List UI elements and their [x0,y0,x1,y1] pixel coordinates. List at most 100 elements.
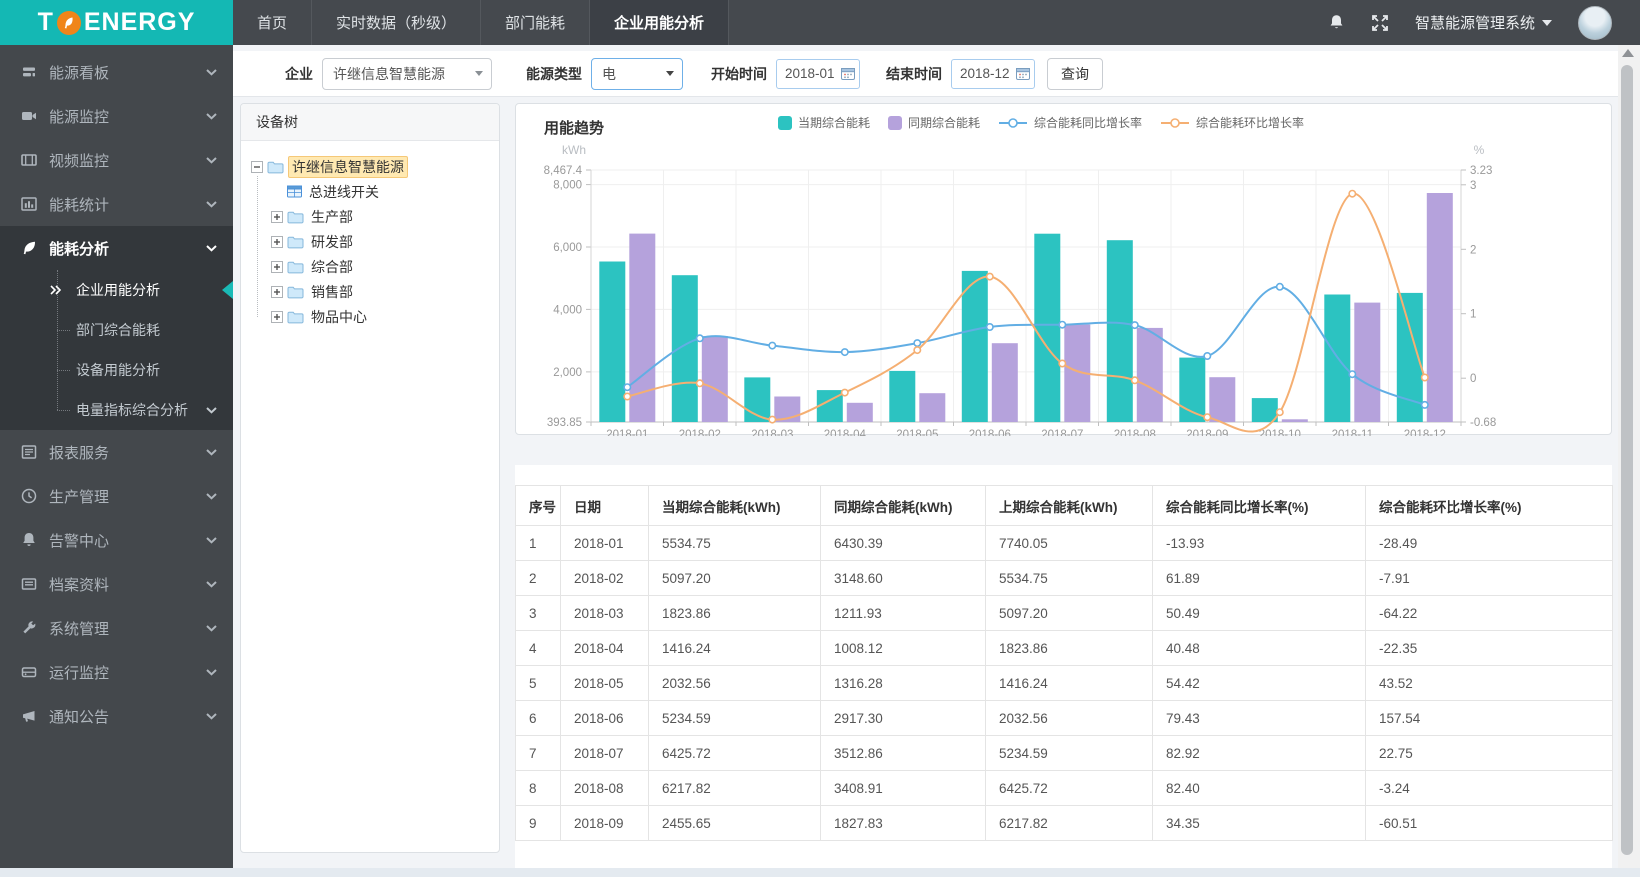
sidebar-item-label: 档案资料 [49,576,110,594]
meter-icon [287,185,302,198]
sidebar-subitem-label: 企业用能分析 [76,282,160,298]
data-table-card: 序号 日期 当期综合能耗(kWh) 同期综合能耗(kWh) 上期综合能耗(kWh) 综合能… [515,465,1613,868]
tree-collapse-toggle[interactable] [251,160,263,173]
tree-node-3[interactable]: 综合部 [271,254,489,279]
leaf-icon [20,239,38,257]
bell-icon[interactable] [1328,14,1345,31]
avatar[interactable] [1578,5,1612,40]
sidebar-subitem-1[interactable]: 部门综合能耗 [0,310,233,350]
sidebar-item-10[interactable]: 运行监控 [0,650,233,694]
legend-item-2[interactable]: 综合能耗同比增长率 [998,114,1142,131]
legend-item-1[interactable]: 同期综合能耗 [888,114,980,131]
table-cell: 2032.56 [985,700,1153,736]
tree-node-4[interactable]: 销售部 [271,279,489,304]
tree-node-root[interactable]: 许继信息智慧能源 [251,154,489,179]
tree-expand-toggle[interactable] [271,235,283,248]
tree-node-1[interactable]: 生产部 [271,204,489,229]
svg-text:2018-02: 2018-02 [679,429,721,436]
tree-node-5[interactable]: 物品中心 [271,304,489,329]
query-button[interactable]: 查询 [1047,57,1103,90]
legend-item-0[interactable]: 当期综合能耗 [778,114,870,131]
double-arrow-icon [50,285,62,295]
sidebar-item-4[interactable]: 能耗分析 [0,226,233,270]
logo[interactable]: T ENERGY [0,0,233,45]
table-cell: 4 [515,630,561,666]
chevron-down-icon [206,244,217,252]
table-cell: 34.35 [1152,805,1366,841]
table-cell: 1 [515,525,561,561]
energy-data-table: 序号 日期 当期综合能耗(kWh) 同期综合能耗(kWh) 上期综合能耗(kWh) 综合能… [515,485,1613,841]
tree-node-label: 许继信息智慧能源 [288,155,408,178]
sidebar-item-6[interactable]: 生产管理 [0,474,233,518]
sidebar-item-8[interactable]: 档案资料 [0,562,233,606]
svg-text:kWh: kWh [562,143,586,157]
svg-text:1: 1 [1470,309,1476,321]
tree-expand-toggle[interactable] [271,260,283,273]
tree-node-2[interactable]: 研发部 [271,229,489,254]
sidebar-subitem-0[interactable]: 企业用能分析 [0,270,233,310]
top-nav: 首页 实时数据（秒级） 部门能耗 企业用能分析 [233,0,730,45]
nav-tab-0[interactable]: 首页 [233,0,313,45]
tree-expand-toggle[interactable] [271,310,283,323]
table-cell: 82.92 [1152,735,1366,771]
table-cell: 157.54 [1365,700,1613,736]
tree-children: 总进线开关 生产部 研发部 综合部 销售部 物品中心 [257,176,489,329]
tree-expand-toggle[interactable] [271,285,283,298]
tree-expand-toggle[interactable] [271,210,283,223]
svg-text:2018-09: 2018-09 [1186,429,1228,436]
report-icon [20,443,38,461]
system-title-dropdown[interactable]: 智慧能源管理系统 [1415,12,1552,33]
table-row-5: 6 2018-06 5234.59 2917.30 2032.56 79.43 157.54 [515,700,1613,736]
sidebar-subitem-3[interactable]: 电量指标综合分析 [0,390,233,430]
legend-line-swatch [999,117,1028,128]
tree-node-0[interactable]: 总进线开关 [271,179,489,204]
energy-type-select[interactable]: 电 [591,57,683,90]
table-cell: 1416.24 [648,630,821,666]
start-date-wrap [767,58,860,89]
megaphone-icon [20,707,38,725]
svg-text:2,000: 2,000 [553,367,582,379]
sidebar: 能源看板 能源监控 视频监控 能耗统计 能耗分析企业用能分析 部门综合能耗设备用能分析 电量… [0,45,233,868]
nav-tab-3[interactable]: 企业用能分析 [590,0,730,45]
legend-label: 同期综合能耗 [908,116,981,130]
calendar-icon[interactable] [1016,67,1030,80]
svg-text:2018-01: 2018-01 [606,429,648,436]
nav-tab-2[interactable]: 部门能耗 [481,0,591,45]
table-row-0: 1 2018-01 5534.75 6430.39 7740.05 -13.93 -28.4… [515,525,1613,561]
legend-item-3[interactable]: 综合能耗环比增长率 [1160,114,1304,131]
nav-tab-1[interactable]: 实时数据（秒级） [312,0,482,45]
sidebar-item-label: 运行监控 [49,664,110,682]
sidebar-item-11[interactable]: 通知公告 [0,694,233,738]
table-cell: 2018-03 [560,595,649,631]
sidebar-item-7[interactable]: 告警中心 [0,518,233,562]
table-cell: 8 [515,770,561,806]
tree-dot-connector [57,330,70,331]
table-cell: 2018-07 [560,735,649,771]
fullscreen-icon[interactable] [1371,14,1389,32]
horizontal-scrollbar-track[interactable] [0,868,1640,877]
caret-down-icon [1542,19,1552,26]
legend-bar-swatch [888,115,903,130]
sidebar-subitem-2[interactable]: 设备用能分析 [0,350,233,390]
table-cell: 5534.75 [648,525,821,561]
scrollbar-up-arrow[interactable] [1622,49,1634,57]
table-cell: -60.51 [1365,805,1613,841]
folder-icon [287,235,304,249]
sidebar-item-5[interactable]: 报表服务 [0,430,233,474]
sidebar-subitem-label: 部门综合能耗 [76,322,160,338]
calendar-icon[interactable] [841,67,855,80]
vertical-scrollbar [1618,45,1640,868]
table-cell: 9 [515,805,561,841]
energy-trend-chart: 8,467.4 8,000 6,000 4,000 2,000 393.85 3.23 3 2 1… [544,143,1497,436]
table-cell: 2455.65 [648,805,821,841]
sidebar-item-3[interactable]: 能耗统计 [0,182,233,226]
company-select[interactable]: 许继信息智慧能源 [322,57,492,90]
sidebar-item-0[interactable]: 能源看板 [0,50,233,94]
scrollbar-thumb[interactable] [1621,65,1633,855]
sidebar-item-9[interactable]: 系统管理 [0,606,233,650]
logo-text-right: ENERGY [83,8,196,36]
sidebar-item-2[interactable]: 视频监控 [0,138,233,182]
sidebar-item-1[interactable]: 能源监控 [0,94,233,138]
table-cell: 6430.39 [820,525,986,561]
svg-text:0: 0 [1470,373,1476,385]
